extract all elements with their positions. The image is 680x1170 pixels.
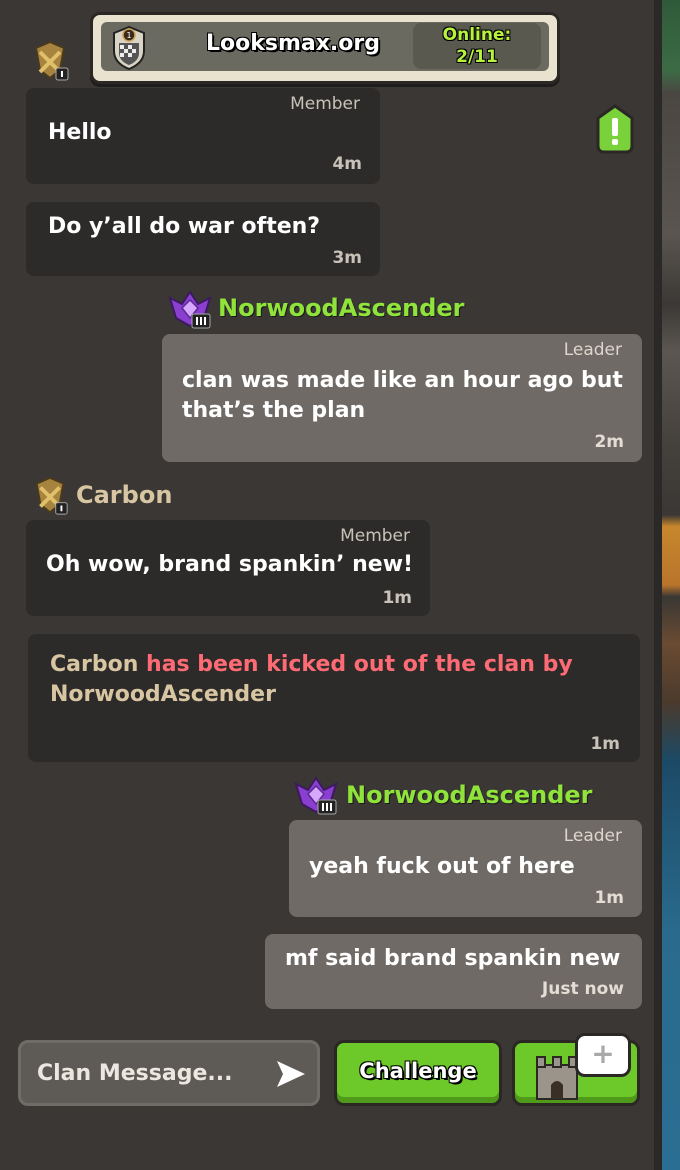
- message-time: 1m: [594, 888, 624, 908]
- message-text-line: that’s the plan: [182, 398, 366, 423]
- challenge-button[interactable]: Challenge: [334, 1040, 502, 1106]
- chat-message: Leader yeah fuck out of here 1m: [289, 820, 642, 917]
- message-text: yeah fuck out of here: [309, 854, 575, 879]
- message-role: Member: [340, 526, 410, 546]
- game-scenery: [654, 0, 680, 1170]
- castle-icon: [536, 1056, 578, 1100]
- clan-castle-request-button[interactable]: +: [512, 1033, 640, 1106]
- input-placeholder: Clan Message...: [37, 1061, 233, 1086]
- kick-notice-text: has been kicked out of the clan by: [138, 652, 573, 677]
- challenge-label: Challenge: [359, 1059, 477, 1083]
- sender-name[interactable]: NorwoodAscender: [346, 781, 592, 809]
- message-time: 3m: [332, 248, 362, 268]
- purple-rank-icon: [294, 776, 338, 815]
- message-text-line: clan was made like an hour ago but: [182, 368, 623, 393]
- message-role: Member: [290, 94, 360, 114]
- kick-notice-line: Carbon has been kicked out of the clan b…: [50, 650, 573, 680]
- message-time: 1m: [590, 734, 620, 754]
- gold-rank-icon: [35, 476, 68, 515]
- clan-name: Looksmax.org: [205, 31, 380, 56]
- sender-name[interactable]: Carbon: [76, 481, 172, 509]
- message-time: 2m: [594, 432, 624, 452]
- plus-icon: +: [591, 1037, 615, 1070]
- message-text: Do y’all do war often?: [48, 214, 321, 239]
- online-label: Online:: [442, 25, 512, 45]
- send-icon[interactable]: [275, 1059, 307, 1089]
- plus-speech-bubble: +: [575, 1033, 631, 1077]
- kicked-by-name: NorwoodAscender: [50, 682, 276, 707]
- message-text: Oh wow, brand spankin’ new!: [46, 552, 414, 577]
- kick-notice: Carbon has been kicked out of the clan b…: [28, 634, 640, 762]
- online-status: Online: 2/11: [413, 23, 541, 69]
- sender-name[interactable]: NorwoodAscender: [218, 294, 464, 322]
- message-role: Leader: [563, 340, 622, 360]
- online-count: 2/11: [456, 47, 498, 67]
- panel-divider: [654, 0, 662, 1170]
- chat-message: Do y’all do war often? 3m: [26, 202, 380, 276]
- svg-text:1: 1: [126, 31, 131, 40]
- message-role: Leader: [563, 826, 622, 846]
- clan-badge-icon: 1: [113, 25, 145, 71]
- alert-icon[interactable]: [596, 104, 634, 154]
- gold-rank-icon: [34, 40, 69, 81]
- purple-rank-icon: [168, 290, 212, 329]
- message-text: Hello: [48, 120, 112, 145]
- message-time: Just now: [541, 979, 624, 999]
- message-time: 1m: [382, 588, 412, 608]
- chat-message: Member Oh wow, brand spankin’ new! 1m: [26, 520, 430, 616]
- chat-message: mf said brand spankin new Just now: [265, 934, 642, 1009]
- chat-message: Member Hello 4m: [26, 88, 380, 184]
- chat-message: Leader clan was made like an hour ago bu…: [162, 334, 642, 462]
- message-text: mf said brand spankin new: [285, 946, 621, 971]
- kicked-member-name: Carbon: [50, 652, 139, 677]
- clan-message-input[interactable]: Clan Message...: [18, 1040, 320, 1106]
- clan-header[interactable]: 1 Looksmax.org Online: 2/11: [90, 12, 560, 84]
- message-time: 4m: [332, 154, 362, 174]
